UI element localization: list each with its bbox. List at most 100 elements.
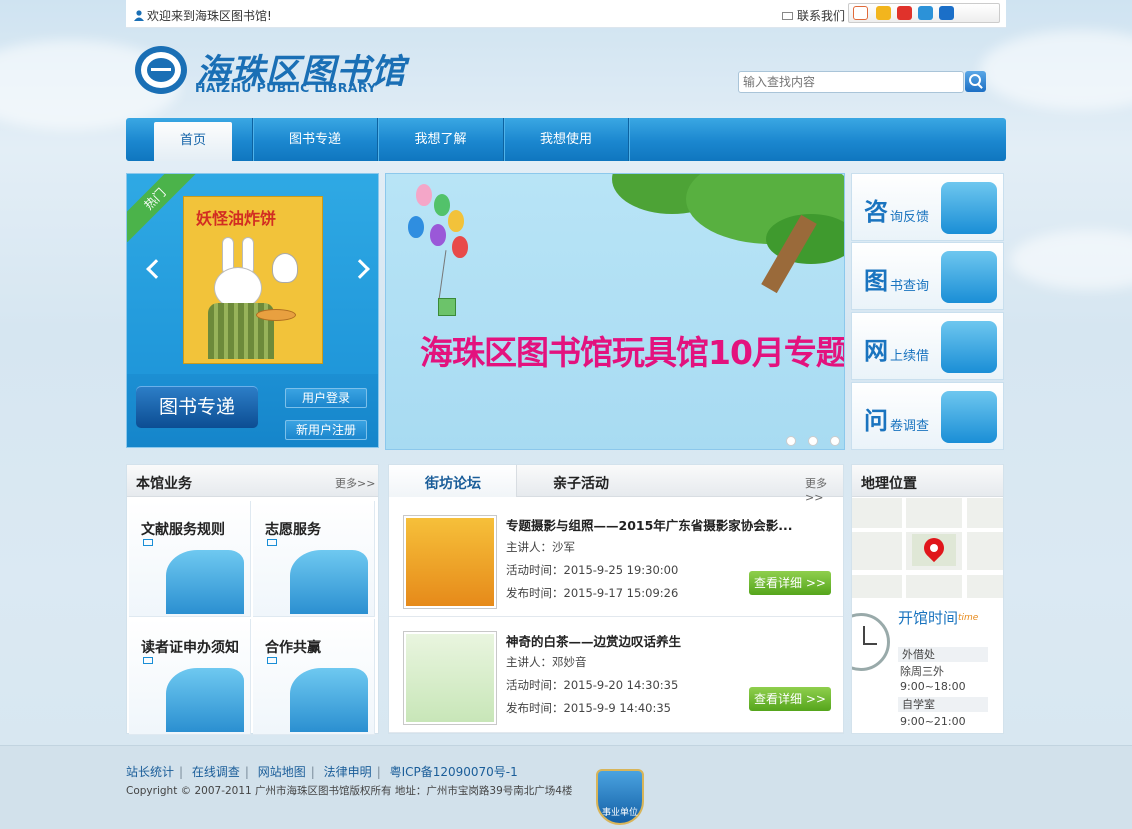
business-more-link[interactable]: 更多>>: [335, 475, 375, 491]
login-button[interactable]: 用户登录: [285, 388, 367, 408]
book-search-icon: [941, 251, 997, 303]
nav-home[interactable]: 首页: [154, 122, 232, 161]
register-button[interactable]: 新用户注册: [285, 420, 367, 440]
panel-header: 本馆业务 更多>>: [127, 465, 378, 497]
map-road: [962, 498, 967, 598]
contact-label: 联系我们: [797, 9, 846, 23]
ghost-illustration: [272, 253, 298, 283]
carousel-dot[interactable]: [808, 436, 818, 446]
quick-link-label: 卷调查: [890, 419, 930, 434]
service-people-illustration: [166, 550, 244, 614]
event-time: 活动时间：2015-9-25 19:30:00: [506, 563, 679, 577]
balloon-illustration: [448, 210, 464, 232]
business-item[interactable]: 读者证申办须知: [129, 619, 251, 735]
share-renren-icon[interactable]: [939, 6, 954, 20]
business-item[interactable]: 文献服务规则: [129, 501, 251, 617]
map-road: [902, 498, 906, 598]
event-time: 活动时间：2015-9-20 14:30:35: [506, 678, 679, 692]
footer-link[interactable]: 法律申明: [324, 765, 372, 779]
footer-link[interactable]: 在线调查: [192, 765, 240, 779]
nav-learn-more[interactable]: 我想了解: [378, 118, 503, 161]
quick-link-survey[interactable]: 问 卷调查: [851, 382, 1004, 450]
panel-header: 街坊论坛 亲子活动 更多>>: [389, 465, 843, 504]
arrow-marker-icon: [143, 539, 153, 546]
featured-book-cover[interactable]: 妖怪油炸饼: [183, 196, 323, 364]
opening-hours-tag: time: [958, 613, 979, 623]
lending-desk-label: 外借处: [898, 647, 988, 662]
balloon-illustration: [416, 184, 432, 206]
reader-card-illustration: [166, 668, 244, 732]
quick-link-initial: 咨: [864, 198, 888, 226]
contact-link[interactable]: 联系我们: [782, 7, 845, 24]
search-button[interactable]: [965, 71, 986, 92]
tab-forum[interactable]: 街坊论坛: [389, 465, 517, 497]
panel-header: 地理位置: [852, 465, 1003, 497]
event-title[interactable]: 神奇的白茶——边赏边叹话养生: [506, 631, 681, 650]
footer-link[interactable]: 粤ICP备12090070号-1: [390, 765, 518, 779]
lending-desk-hours: 9:00~18:00: [900, 680, 966, 693]
balloon-string: [438, 250, 447, 300]
cloud-decoration: [1010, 230, 1132, 290]
map-road: [852, 570, 1003, 575]
book-express-button[interactable]: 图书专递: [136, 386, 258, 428]
location-map[interactable]: [852, 498, 1003, 598]
business-panel: 本馆业务 更多>> 文献服务规则 志愿服务 读者证申办须知 合作共赢: [126, 464, 379, 735]
user-icon: [134, 10, 144, 21]
location-title: 地理位置: [861, 476, 917, 492]
carousel-dot[interactable]: [786, 436, 796, 446]
welcome-message: 欢迎来到海珠区图书馆!: [134, 7, 272, 24]
public-institution-badge[interactable]: 事业单位: [596, 769, 644, 825]
nav-how-to-use[interactable]: 我想使用: [504, 118, 628, 161]
location-panel: 地理位置 开馆时间 time 外借处 除周三外 9:00~18:00 自学室 9…: [851, 464, 1004, 734]
search-input[interactable]: [738, 71, 964, 93]
tab-parent-child[interactable]: 亲子活动: [553, 473, 609, 493]
chevron-left-icon[interactable]: [146, 259, 166, 279]
gift-box-illustration: [438, 298, 456, 316]
share-qzone-icon[interactable]: [876, 6, 891, 20]
quick-link-label: 询反馈: [890, 210, 930, 225]
welcome-text: 欢迎来到海珠区图书馆!: [147, 9, 272, 23]
business-item[interactable]: 合作共赢: [253, 619, 375, 735]
activities-more-link[interactable]: 更多>>: [805, 475, 843, 504]
quick-link-renew[interactable]: 网 上续借: [851, 312, 1004, 380]
pancake-illustration: [256, 309, 296, 321]
study-room-label: 自学室: [898, 697, 988, 712]
quick-link-initial: 图: [864, 267, 888, 295]
share-weibo-icon[interactable]: [897, 6, 912, 20]
lending-desk-note: 除周三外: [900, 665, 944, 678]
badge-label: 事业单位: [601, 808, 638, 818]
business-title: 本馆业务: [136, 476, 192, 492]
quick-link-initial: 问: [864, 407, 888, 435]
library-emblem-icon: [135, 46, 187, 94]
event-thumbnail[interactable]: [403, 515, 497, 609]
event-thumbnail[interactable]: [403, 631, 497, 725]
cloud-decoration: [980, 30, 1132, 110]
event-poster: [406, 634, 494, 722]
activity-banner[interactable]: 海珠区图书馆玩具馆10月专题活动安排: [385, 173, 845, 450]
view-details-button[interactable]: 查看详细 >>: [749, 571, 831, 595]
business-item[interactable]: 志愿服务: [253, 501, 375, 617]
volunteer-illustration: [290, 550, 368, 614]
business-item-label: 志愿服务: [265, 522, 321, 538]
share-plus-icon[interactable]: [853, 6, 868, 20]
mail-icon: [782, 12, 793, 20]
quick-link-book-search[interactable]: 图 书查询: [851, 242, 1004, 310]
share-bar: [848, 3, 1000, 23]
nav-divider: [628, 118, 629, 161]
event-published: 发布时间：2015-9-9 14:40:35: [506, 701, 672, 715]
business-item-label: 读者证申办须知: [141, 640, 239, 656]
clock-icon: [852, 613, 890, 671]
share-tencent-icon[interactable]: [918, 6, 933, 20]
view-details-button[interactable]: 查看详细 >>: [749, 687, 831, 711]
carousel-dot[interactable]: [830, 436, 840, 446]
balloon-illustration: [430, 224, 446, 246]
footer-link[interactable]: 站长统计: [126, 765, 174, 779]
event-title[interactable]: 专题摄影与组照——2015年广东省摄影家协会影...: [506, 515, 793, 534]
top-bar: 欢迎来到海珠区图书馆! 联系我们: [126, 0, 1006, 28]
quick-link-consult[interactable]: 咨 询反馈: [851, 173, 1004, 241]
nav-book-express[interactable]: 图书专递: [253, 118, 377, 161]
copyright-text: Copyright © 2007-2011 广州市海珠区图书馆版权所有 地址：广…: [126, 785, 573, 797]
chevron-right-icon[interactable]: [350, 259, 370, 279]
balloon-illustration: [452, 236, 468, 258]
footer-link[interactable]: 网站地图: [258, 765, 306, 779]
